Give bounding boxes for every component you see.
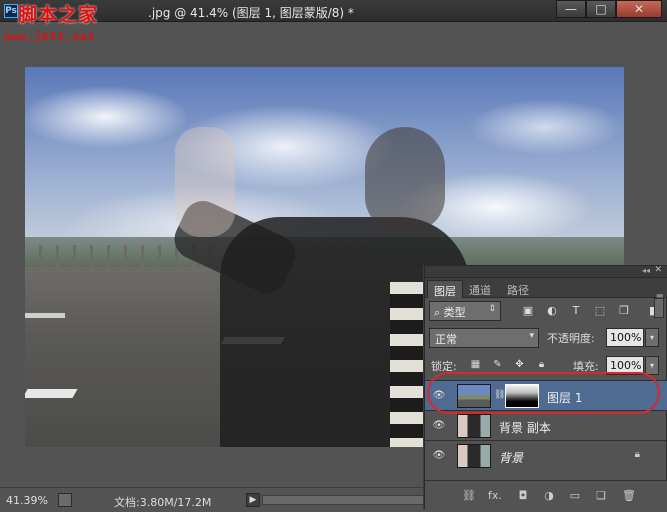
selected-layer-highlight-circle (427, 372, 660, 414)
layer-row-background[interactable]: 👁︎ 背景 🔒︎ (425, 440, 667, 470)
panel-tabs: 图层 通道 路径 ≡ (425, 278, 667, 303)
layer-filter-row: ⌕ 类型 ⇕ ▣ ◐ T ⬚ ❐ ▮ (425, 297, 667, 323)
layer-name: 背景 (499, 451, 524, 465)
lock-icon: 🔒︎ (634, 449, 640, 460)
opacity-label: 不透明度: (547, 332, 595, 345)
fx-icon[interactable]: fx. (487, 488, 503, 504)
filter-type-select[interactable]: ⌕ 类型 ⇕ (429, 301, 501, 321)
filter-adjustment-icon[interactable]: ◐ (545, 304, 559, 318)
panel-header-strip: ◂◂ ✕ (425, 265, 667, 278)
filter-type-label: ⌕ 类型 (434, 306, 466, 319)
watermark-url: www.jb51.net (4, 30, 96, 43)
photo-person-head (365, 127, 445, 232)
road-marking (25, 313, 65, 318)
collapse-icon[interactable]: ◂◂ (642, 266, 650, 275)
tab-channels[interactable]: 通道 (463, 280, 497, 298)
layer-thumbnail (457, 444, 491, 468)
mask-icon[interactable]: ◘ (515, 488, 531, 504)
layer-row-background-copy[interactable]: 👁︎ 背景 副本 (425, 410, 667, 440)
minimize-button[interactable]: — (556, 0, 586, 18)
lock-pixels-icon[interactable]: ✎ (491, 358, 504, 371)
layer-thumbnail (457, 414, 491, 438)
status-options-button[interactable] (58, 493, 72, 507)
lock-position-icon[interactable]: ✥ (513, 358, 526, 371)
filter-type-icon[interactable]: T (569, 304, 583, 318)
new-layer-icon[interactable]: ❏ (593, 488, 609, 504)
layers-panel-footer: ⛓︎ fx. ◘ ◑ ▭ ❏ 🗑︎ (425, 480, 667, 510)
photoshop-window: Ps .jpg @ 41.4% (图层 1, 图层蒙版/8) * — □ ✕ 脚… (0, 0, 667, 512)
trash-icon[interactable]: 🗑︎ (621, 488, 637, 504)
filter-pixel-icon[interactable]: ▣ (521, 304, 535, 318)
panel-close-icon[interactable]: ✕ (654, 265, 662, 275)
visibility-eye-icon[interactable]: 👁︎ (431, 448, 447, 464)
tab-paths[interactable]: 路径 (501, 280, 535, 298)
lock-transparency-icon[interactable]: ▦ (469, 358, 482, 371)
filter-smartobject-icon[interactable]: ❐ (617, 304, 631, 318)
layer-name: 背景 副本 (499, 421, 551, 435)
select-caret-icon: ⇕ (488, 304, 496, 314)
horizontal-scrollbar[interactable] (262, 495, 424, 505)
road-marking (25, 389, 78, 398)
document-title: .jpg @ 41.4% (图层 1, 图层蒙版/8) * (148, 6, 354, 20)
adjustment-icon[interactable]: ◑ (541, 488, 557, 504)
photo-person-hand (175, 127, 235, 237)
title-bar: Ps .jpg @ 41.4% (图层 1, 图层蒙版/8) * — □ ✕ (0, 0, 667, 22)
zoom-level[interactable]: 41.39% (6, 494, 48, 507)
blend-row: 正常 ▾ 不透明度: 100% ▾ (425, 324, 667, 350)
blend-mode-value: 正常 (435, 333, 457, 346)
blend-mode-select[interactable]: 正常 ▾ (429, 328, 539, 348)
document-size-info: 文档:3.80M/17.2M (114, 496, 212, 509)
visibility-eye-icon[interactable]: 👁︎ (431, 418, 447, 434)
watermark-title: 脚本之家 (18, 4, 99, 26)
panel-scrollbar[interactable] (654, 298, 664, 318)
lock-all-icon[interactable]: 🔒︎ (535, 358, 548, 371)
opacity-slider-button[interactable]: ▾ (645, 328, 659, 347)
close-button[interactable]: ✕ (616, 0, 662, 18)
folder-icon[interactable]: ▭ (567, 488, 583, 504)
filter-shape-icon[interactable]: ⬚ (593, 304, 607, 318)
tab-layers[interactable]: 图层 (427, 280, 463, 298)
maximize-button[interactable]: □ (586, 0, 616, 18)
fill-slider-button[interactable]: ▾ (645, 356, 659, 375)
link-icon[interactable]: ⛓︎ (461, 488, 477, 504)
opacity-input[interactable]: 100% (606, 328, 644, 347)
status-menu-arrow[interactable]: ▶ (246, 493, 260, 507)
chevron-down-icon: ▾ (529, 331, 534, 341)
photoshop-logo-icon: Ps (4, 4, 18, 18)
